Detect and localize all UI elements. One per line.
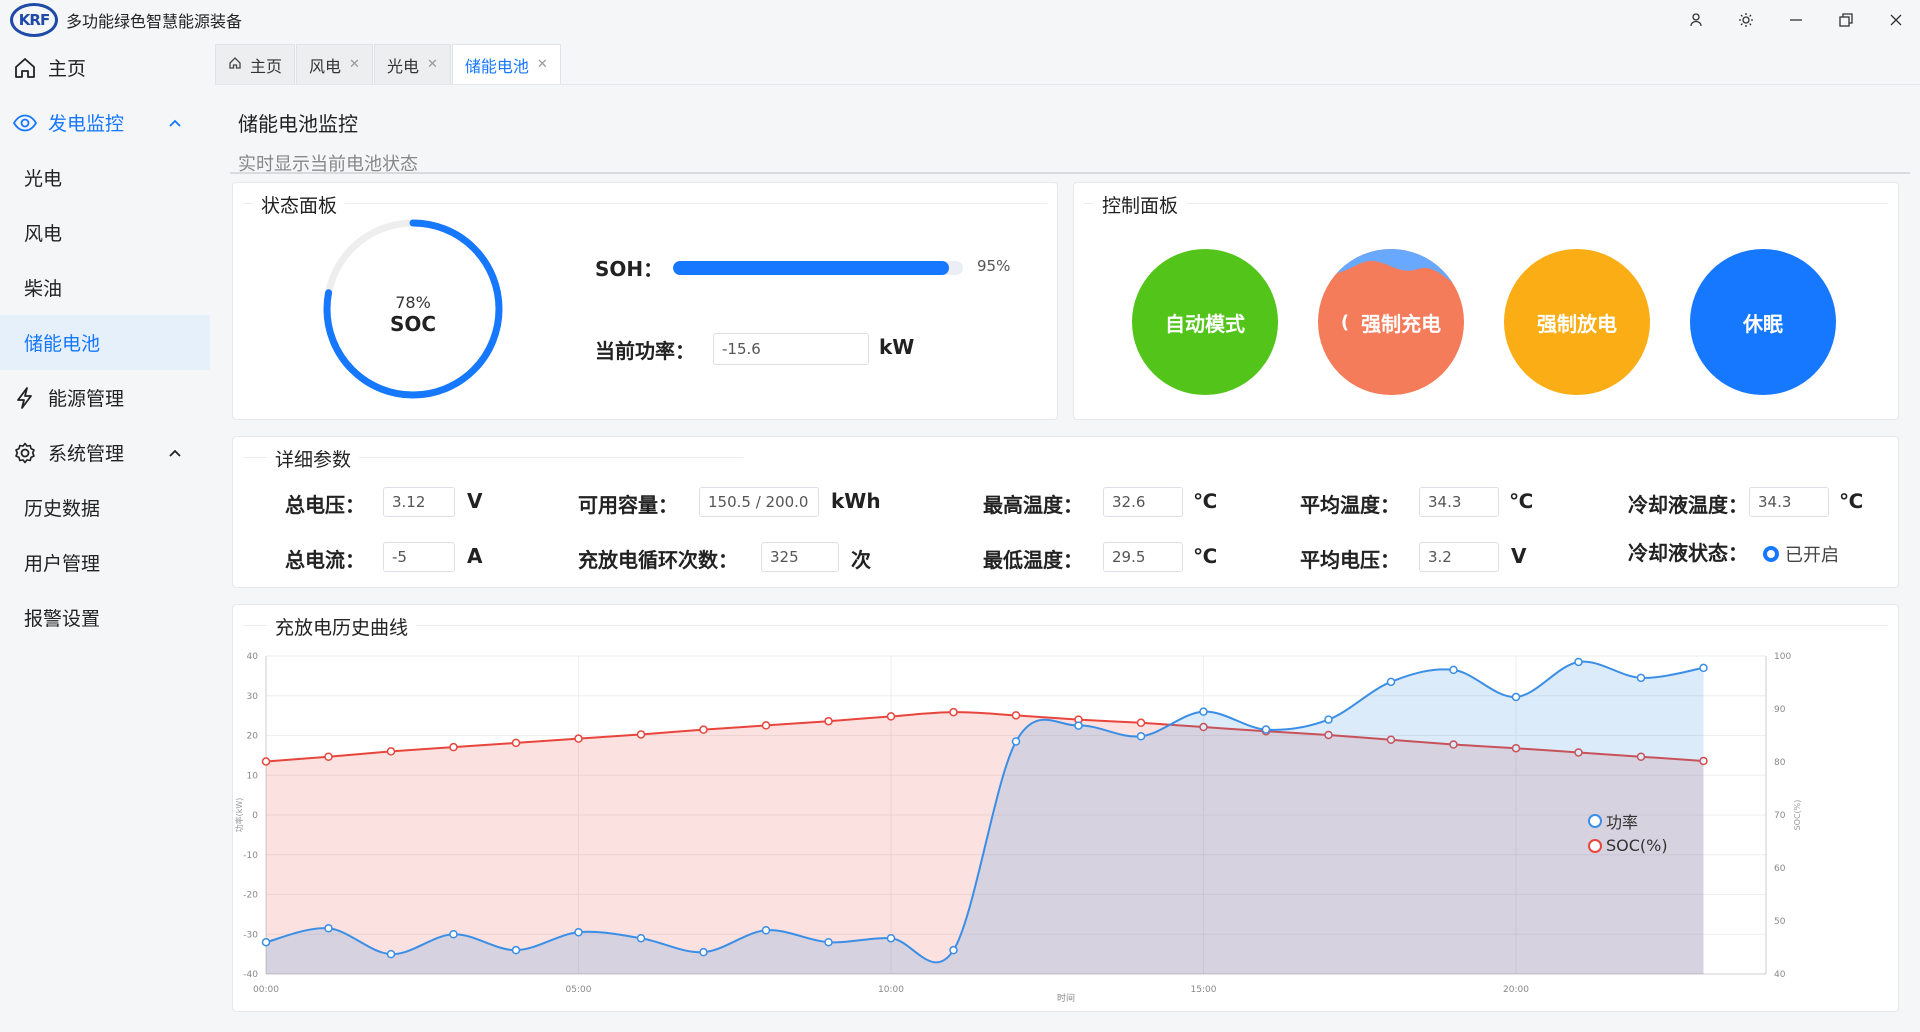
data-point [636,730,646,739]
y-tick-label-right: 40 [1774,970,1786,980]
data-point [1011,737,1021,746]
x-tick-label: 15:00 [1191,985,1217,995]
y-axis-label-left: 功率(kW) [234,798,244,833]
data-point [1511,692,1521,702]
x-axis-label: 时间 [1057,992,1075,1004]
data-point [511,945,521,955]
y-tick-label-left: 30 [247,692,259,702]
y-tick-label-right: 80 [1774,758,1786,768]
data-point [1199,707,1208,716]
data-point [1136,732,1146,741]
x-tick-label: 00:00 [253,985,279,995]
data-point [886,933,896,943]
y-tick-label-left: 40 [247,652,259,662]
legend-label: SOC(%) [1606,836,1668,855]
y-tick-label-left: 10 [247,771,259,781]
data-point [261,937,271,947]
y-tick-label-right: 70 [1774,811,1786,821]
legend-marker [1588,838,1602,853]
x-tick-label: 05:00 [566,985,592,995]
y-tick-label-right: 60 [1774,864,1786,874]
data-point [324,752,333,761]
data-point [574,734,583,743]
data-point [1074,721,1083,730]
y-tick-label-right: 50 [1774,917,1786,927]
y-tick-label-left: 20 [247,732,259,742]
y-tick-label-left: 0 [252,811,258,821]
data-point [1449,665,1458,675]
y-tick-label-left: -20 [243,891,258,901]
y-tick-label-left: -40 [243,970,258,980]
data-point [824,937,833,947]
data-point [511,738,521,748]
y-tick-label-left: -10 [243,851,258,861]
data-point [1324,715,1333,724]
data-point [261,757,271,766]
data-point [386,747,396,756]
y-tick-label-left: -30 [243,930,258,940]
data-point [1261,725,1271,734]
data-point [574,928,583,937]
y-tick-label-right: 100 [1774,652,1791,662]
data-point [636,933,646,943]
legend-item-soc[interactable]: SOC(%) [1588,833,1668,858]
data-point [761,926,771,935]
y-tick-label-right: 90 [1774,705,1786,715]
legend-marker [1588,813,1602,828]
x-tick-label: 10:00 [878,985,904,995]
x-tick-label: 20:00 [1503,985,1529,995]
data-point [1699,663,1708,673]
chart-legend: 功率 SOC(%) [1588,808,1668,858]
data-point [761,721,771,730]
data-point [886,712,896,721]
data-point [1574,657,1583,667]
history-chart: 403020100-10-20-30-4010090807060504000:0… [234,652,1802,1004]
data-point [699,725,708,734]
data-point [949,707,958,717]
data-point [699,947,708,957]
legend-label: 功率 [1606,812,1639,832]
data-point [449,930,458,939]
data-point [386,949,396,959]
data-point [324,924,333,933]
data-point [1136,718,1146,728]
y-axis-label-right: SOC(%) [1793,800,1802,831]
legend-item-power[interactable]: 功率 [1588,808,1668,833]
data-point [1636,673,1646,683]
data-point [949,945,958,955]
data-point [824,716,833,726]
data-point [449,742,458,752]
data-point [1011,711,1021,720]
data-point [1386,677,1396,687]
